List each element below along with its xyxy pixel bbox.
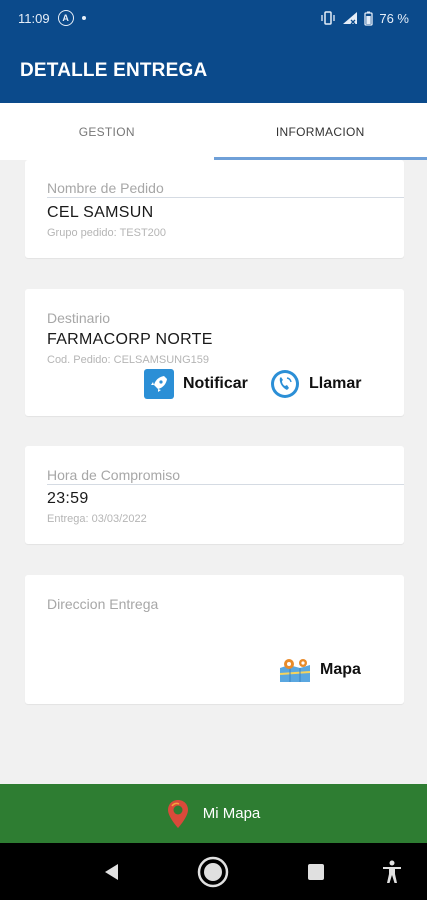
mi-mapa-label: Mi Mapa [202,805,261,822]
notification-dot-icon [81,16,86,20]
accessibility-icon[interactable] [382,860,402,884]
pedido-group: Grupo pedido: TEST200 [47,227,167,239]
mi-mapa-button[interactable]: Mi Mapa [0,784,427,843]
map-label: Mapa [320,661,361,678]
destinatario-value: FARMACORP NORTE [47,331,213,348]
vibrate-icon [321,11,336,25]
destinatario-card: Destinario FARMACORP NORTE Cod. Pedido: … [25,289,404,416]
notify-button[interactable]: Notificar [144,369,248,399]
rocket-icon [144,369,174,399]
location-pin-icon [167,799,188,828]
hora-card: Hora de Compromiso 23:59 Entrega: 03/03/… [25,446,404,544]
entrega-date: Entrega: 03/03/2022 [47,513,147,525]
home-icon[interactable] [196,855,230,889]
map-button[interactable]: Mapa [279,657,361,683]
recents-icon[interactable] [307,863,325,881]
phone-icon [271,370,299,398]
page-title: DETALLE ENTREGA [20,60,208,81]
battery-icon [364,11,374,26]
divider [47,197,404,198]
direccion-card: Direccion Entrega Mapa [25,575,404,704]
pedido-card: Nombre de Pedido CEL SAMSUN Grupo pedido… [25,160,404,258]
battery-percent: 76 % [379,10,409,26]
back-icon[interactable] [102,862,120,882]
system-nav-bar [0,843,427,900]
hora-label: Hora de Compromiso [47,467,181,483]
status-time: 11:09 [18,10,50,26]
call-label: Llamar [309,375,362,392]
pedido-label: Nombre de Pedido [47,180,164,196]
call-button[interactable]: Llamar [270,369,361,399]
direccion-label: Direccion Entrega [47,596,159,612]
tab-informacion[interactable]: INFORMACION [213,103,427,160]
tab-bar: GESTION INFORMACION [0,103,427,160]
hora-value: 23:59 [47,490,89,507]
notify-label: Notificar [183,375,248,392]
app-bar: 11:09 A 76 % DETALLE ENTREGA [0,0,427,103]
app-notification-icon: A [57,10,74,26]
pedido-value: CEL SAMSUN [47,204,154,221]
status-bar: 11:09 A 76 % [0,0,427,36]
signal-icon [343,12,358,25]
order-code: Cod. Pedido: CELSAMSUNG159 [47,354,210,366]
tab-gestion[interactable]: GESTION [0,103,214,160]
map-icon [279,659,311,682]
divider [47,484,404,485]
destinatario-label: Destinario [47,310,111,326]
